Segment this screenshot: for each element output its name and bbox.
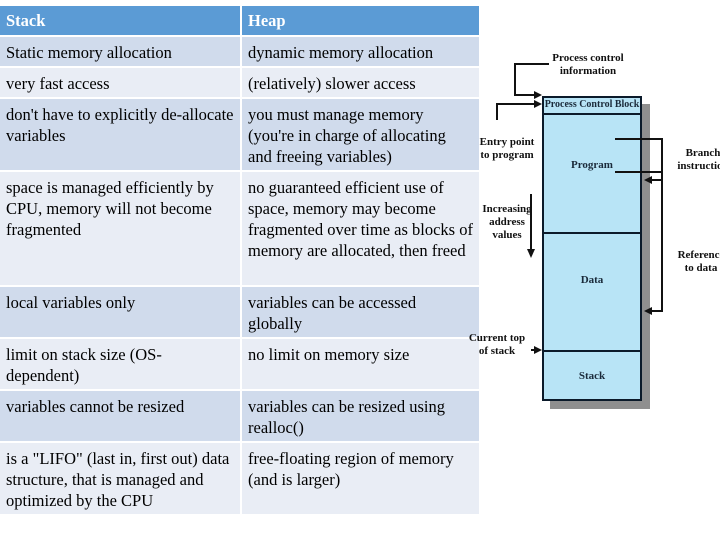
- stack-cell: limit on stack size (OS-dependent): [0, 339, 242, 391]
- label-branch-instruction: Branch instruction: [677, 147, 720, 172]
- arrowhead-icon: [534, 100, 542, 108]
- table-row: local variables only variables can be ac…: [0, 287, 479, 339]
- header-stack: Stack: [0, 6, 242, 37]
- arrowhead-icon: [527, 249, 535, 258]
- stack-cell: is a "LIFO" (last in, first out) data st…: [0, 443, 242, 516]
- process-control-arrow: [514, 63, 549, 96]
- label-current-top: Current top of stack: [468, 332, 526, 357]
- arrowhead-icon: [534, 91, 542, 99]
- stack-cell: Static memory allocation: [0, 37, 242, 68]
- heap-cell: no guaranteed efficient use of space, me…: [242, 172, 479, 287]
- table-row: space is managed efficiently by CPU, mem…: [0, 172, 479, 287]
- label-entry-point: Entry point to program: [479, 136, 535, 161]
- stack-cell: very fast access: [0, 68, 242, 99]
- label-reference-data: Reference to data: [677, 249, 720, 274]
- stack-vs-heap-table: Stack Heap Static memory allocation dyna…: [0, 6, 479, 516]
- table-header-row: Stack Heap: [0, 6, 479, 37]
- table-row: don't have to explicitly de-allocate var…: [0, 99, 479, 172]
- entry-point-arrow: [496, 103, 538, 120]
- heap-cell: dynamic memory allocation: [242, 37, 479, 68]
- table-row: very fast access (relatively) slower acc…: [0, 68, 479, 99]
- arrowhead-icon: [644, 307, 652, 315]
- heap-cell: no limit on memory size: [242, 339, 479, 391]
- arrowhead-icon: [534, 346, 542, 354]
- stack-cell: don't have to explicitly de-allocate var…: [0, 99, 242, 172]
- label-increasing-address: Increasing address values: [482, 203, 532, 241]
- heap-cell: variables can be accessed globally: [242, 287, 479, 339]
- branch-instruction-bracket: [615, 138, 663, 181]
- heap-cell: variables can be resized using realloc(): [242, 391, 479, 443]
- process-memory-diagram: Process Control Block Program Data Stack: [460, 40, 720, 420]
- table-row: is a "LIFO" (last in, first out) data st…: [0, 443, 479, 516]
- stack-cell: local variables only: [0, 287, 242, 339]
- stack-cell: space is managed efficiently by CPU, mem…: [0, 172, 242, 287]
- heap-cell: you must manage memory (you're in charge…: [242, 99, 479, 172]
- table-row: Static memory allocation dynamic memory …: [0, 37, 479, 68]
- table-row: limit on stack size (OS-dependent) no li…: [0, 339, 479, 391]
- heap-cell: free-floating region of memory (and is l…: [242, 443, 479, 516]
- arrowhead-icon: [644, 176, 652, 184]
- reference-data-bracket: [615, 171, 663, 312]
- header-heap: Heap: [242, 6, 479, 37]
- heap-cell: (relatively) slower access: [242, 68, 479, 99]
- stack-cell: variables cannot be resized: [0, 391, 242, 443]
- table-row: variables cannot be resized variables ca…: [0, 391, 479, 443]
- label-process-control-info: Process control information: [552, 52, 624, 77]
